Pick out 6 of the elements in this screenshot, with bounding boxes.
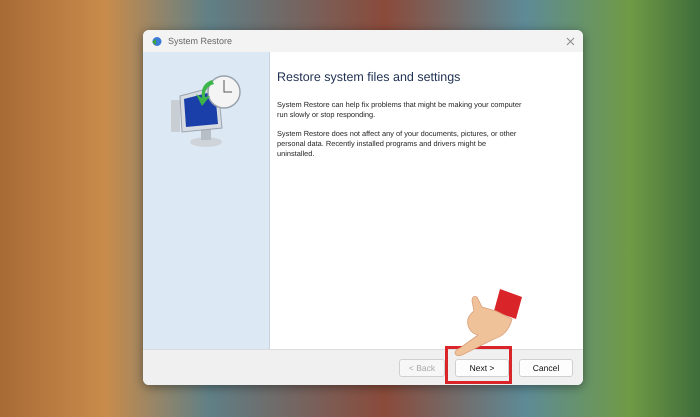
dialog-button[interactable]: Next >	[455, 358, 509, 376]
dialog-heading: Restore system files and settings	[277, 70, 462, 84]
dialog-button[interactable]: Cancel	[519, 358, 573, 376]
restore-app-icon	[151, 36, 162, 46]
close-icon[interactable]	[566, 36, 575, 46]
window-title: System Restore	[168, 36, 234, 46]
